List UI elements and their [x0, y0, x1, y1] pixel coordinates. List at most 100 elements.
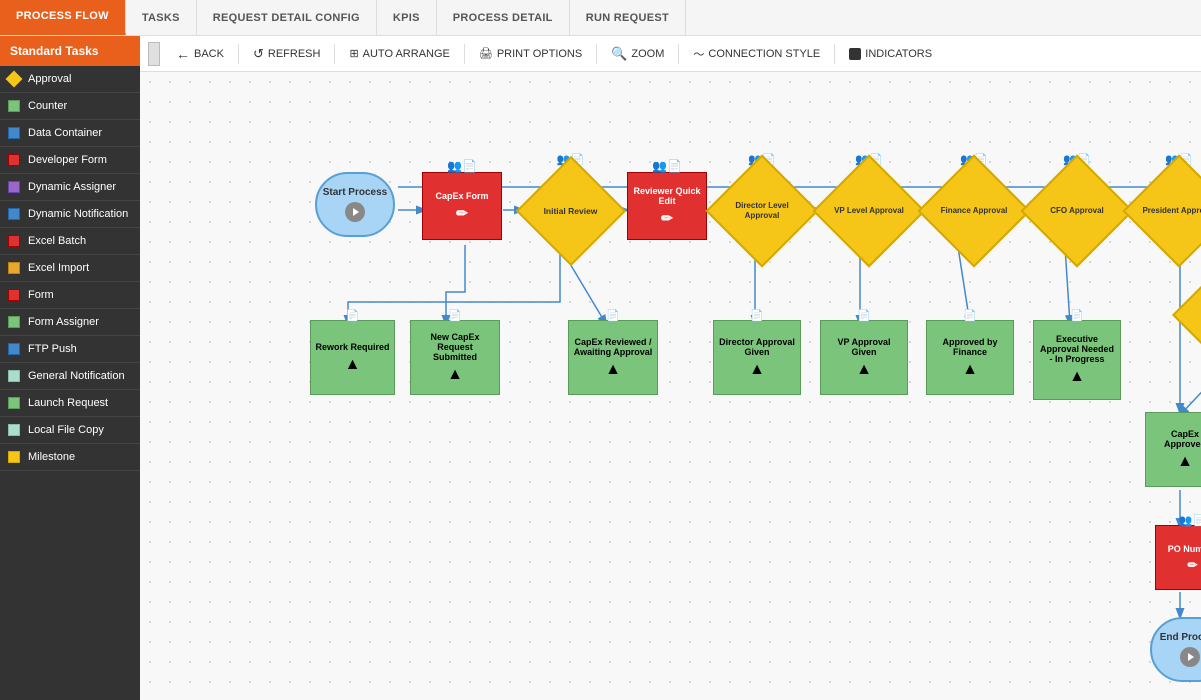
toolbar: ← BACK ↺ REFRESH ⊞ AUTO ARRANGE 🖨 PRINT … [140, 36, 1201, 72]
po-number-edit-icon: ✏ [1187, 558, 1197, 572]
print-icon: 🖨 [479, 47, 493, 60]
reviewer-top-icon: 👥📄 [652, 159, 682, 173]
tab-run-request[interactable]: RUN REQUEST [570, 0, 686, 35]
node-approved-finance[interactable]: 📄 Approved by Finance ▲ [926, 320, 1014, 395]
refresh-icon: ↺ [253, 46, 264, 62]
vp-given-arrow-icon: ▲ [856, 361, 872, 379]
director-approval-label: Director Level Approval [718, 197, 806, 224]
node-board-approval[interactable]: 👥📄 Board Level Approval [1185, 270, 1201, 360]
node-vp-approval[interactable]: 👥📄 VP Level Approval [825, 167, 913, 255]
vp-given-top-icon: 📄 [857, 309, 871, 322]
refresh-button[interactable]: ↺ REFRESH [245, 43, 328, 65]
node-president-approval[interactable]: 👥📄 President Approval [1135, 167, 1201, 255]
milestone-icon [8, 451, 20, 463]
toolbar-separator-3 [464, 44, 465, 64]
ftp-push-icon [8, 343, 20, 355]
tab-process-detail[interactable]: PROCESS DETAIL [437, 0, 570, 35]
auto-arrange-button[interactable]: ⊞ AUTO ARRANGE [341, 44, 457, 63]
sidebar-item-form-assigner[interactable]: Form Assigner [0, 309, 140, 336]
sidebar-item-local-file-copy[interactable]: Local File Copy [0, 417, 140, 444]
node-reviewer-quick-edit[interactable]: 👥📄 Reviewer Quick Edit ✏ [627, 172, 707, 240]
capex-form-edit-icon: ✏ [456, 205, 468, 222]
start-process-label: Start Process [323, 187, 387, 198]
grid-icon: ⊞ [349, 47, 358, 60]
rework-arrow-icon: ▲ [345, 356, 361, 374]
sidebar-item-form[interactable]: Form [0, 282, 140, 309]
zoom-icon: 🔍 [611, 46, 627, 62]
node-capex-form[interactable]: 👥📄 CapEx Form ✏ [422, 172, 502, 240]
node-initial-review[interactable]: 👥📄 Initial Review [528, 167, 613, 255]
node-vp-given[interactable]: 📄 VP Approval Given ▲ [820, 320, 908, 395]
capex-form-top-icon: 👥📄 [447, 159, 477, 173]
data-container-icon [8, 127, 20, 139]
tab-request-detail-config[interactable]: REQUEST DETAIL CONFIG [197, 0, 377, 35]
sidebar-item-general-notification[interactable]: General Notification [0, 363, 140, 390]
node-cfo-approval[interactable]: 👥📄 CFO Approval [1033, 167, 1121, 255]
new-capex-top-icon: 📄 [448, 309, 462, 322]
node-new-capex[interactable]: 📄 New CapEx Request Submitted ▲ [410, 320, 500, 395]
node-start-process[interactable]: Start Process [315, 172, 395, 237]
sidebar-item-excel-batch[interactable]: Excel Batch [0, 228, 140, 255]
dynamic-notification-icon [8, 208, 20, 220]
exec-arrow-icon: ▲ [1069, 368, 1085, 386]
sidebar-item-milestone[interactable]: Milestone [0, 444, 140, 471]
sidebar-item-dynamic-assigner[interactable]: Dynamic Assigner [0, 174, 140, 201]
indicators-icon [849, 48, 861, 60]
form-icon [8, 289, 20, 301]
approved-finance-arrow-icon: ▲ [962, 361, 978, 379]
cfo-approval-label: CFO Approval [1046, 202, 1107, 220]
tab-tasks[interactable]: TASKS [126, 0, 197, 35]
end-play-icon [1180, 647, 1200, 667]
connection-style-button[interactable]: 〜 CONNECTION STYLE [685, 43, 828, 65]
tab-kpis[interactable]: KPIS [377, 0, 437, 35]
indicators-button[interactable]: INDICATORS [841, 45, 940, 63]
approved-finance-top-icon: 📄 [963, 309, 977, 322]
exec-top-icon: 📄 [1070, 309, 1084, 322]
toolbar-separator-4 [596, 44, 597, 64]
print-options-button[interactable]: 🖨 PRINT OPTIONS [471, 44, 590, 63]
sidebar-item-launch-request[interactable]: Launch Request [0, 390, 140, 417]
sidebar-item-ftp-push[interactable]: FTP Push [0, 336, 140, 363]
finance-approval-label: Finance Approval [937, 202, 1012, 220]
node-exec-approval[interactable]: 📄 Executive Approval Needed - In Progres… [1033, 320, 1121, 400]
toolbar-separator-6 [834, 44, 835, 64]
new-capex-arrow-icon: ▲ [447, 366, 463, 384]
sidebar: Standard Tasks Approval Counter Data Con… [0, 36, 140, 700]
toolbar-separator-5 [678, 44, 679, 64]
node-rework-required[interactable]: 📄 Rework Required ▲ [310, 320, 395, 395]
node-capex-reviewed[interactable]: 📄 CapEx Reviewed / Awaiting Approval ▲ [568, 320, 658, 395]
sidebar-item-developer-form[interactable]: Developer Form [0, 147, 140, 174]
back-button[interactable]: ← BACK [168, 43, 232, 65]
initial-review-label: Initial Review [544, 206, 598, 216]
sidebar-item-data-container[interactable]: Data Container [0, 120, 140, 147]
capex-reviewed-top-icon: 📄 [606, 309, 620, 322]
director-given-arrow-icon: ▲ [749, 361, 765, 379]
node-director-given[interactable]: 📄 Director Approval Given ▲ [713, 320, 801, 395]
main-layout: Standard Tasks Approval Counter Data Con… [0, 36, 1201, 700]
node-end-process[interactable]: End Process [1150, 617, 1201, 682]
start-play-icon [345, 202, 365, 222]
tab-process-flow[interactable]: PROCESS FLOW [0, 0, 126, 35]
sidebar-item-dynamic-notification[interactable]: Dynamic Notification [0, 201, 140, 228]
back-arrow-icon: ← [176, 46, 190, 62]
president-approval-label: President Approval [1138, 202, 1201, 220]
flow-container: Start Process 👥📄 CapEx Form ✏ 👥📄 Initial… [140, 72, 1201, 700]
scroll-handle[interactable] [148, 42, 160, 66]
sidebar-item-approval[interactable]: Approval [0, 66, 140, 93]
developer-form-icon [8, 154, 20, 166]
node-director-approval[interactable]: 👥📄 Director Level Approval [718, 167, 806, 255]
node-po-number[interactable]: 👥📄 PO Number ✏ [1155, 525, 1201, 590]
node-capex-approved[interactable]: CapEx Approved ▲ [1145, 412, 1201, 487]
launch-request-icon [8, 397, 20, 409]
canvas[interactable]: Start Process 👥📄 CapEx Form ✏ 👥📄 Initial… [140, 72, 1201, 700]
sidebar-header: Standard Tasks [0, 36, 140, 66]
director-given-top-icon: 📄 [750, 309, 764, 322]
zoom-button[interactable]: 🔍 ZOOM [603, 43, 672, 65]
vp-approval-label: VP Level Approval [830, 202, 908, 220]
excel-batch-icon [8, 235, 20, 247]
sidebar-item-counter[interactable]: Counter [0, 93, 140, 120]
capex-approved-arrow-icon: ▲ [1177, 453, 1193, 471]
sidebar-item-excel-import[interactable]: Excel Import [0, 255, 140, 282]
board-approval-label: Board Level Approval [1185, 301, 1201, 328]
node-finance-approval[interactable]: 👥📄 Finance Approval [930, 167, 1018, 255]
